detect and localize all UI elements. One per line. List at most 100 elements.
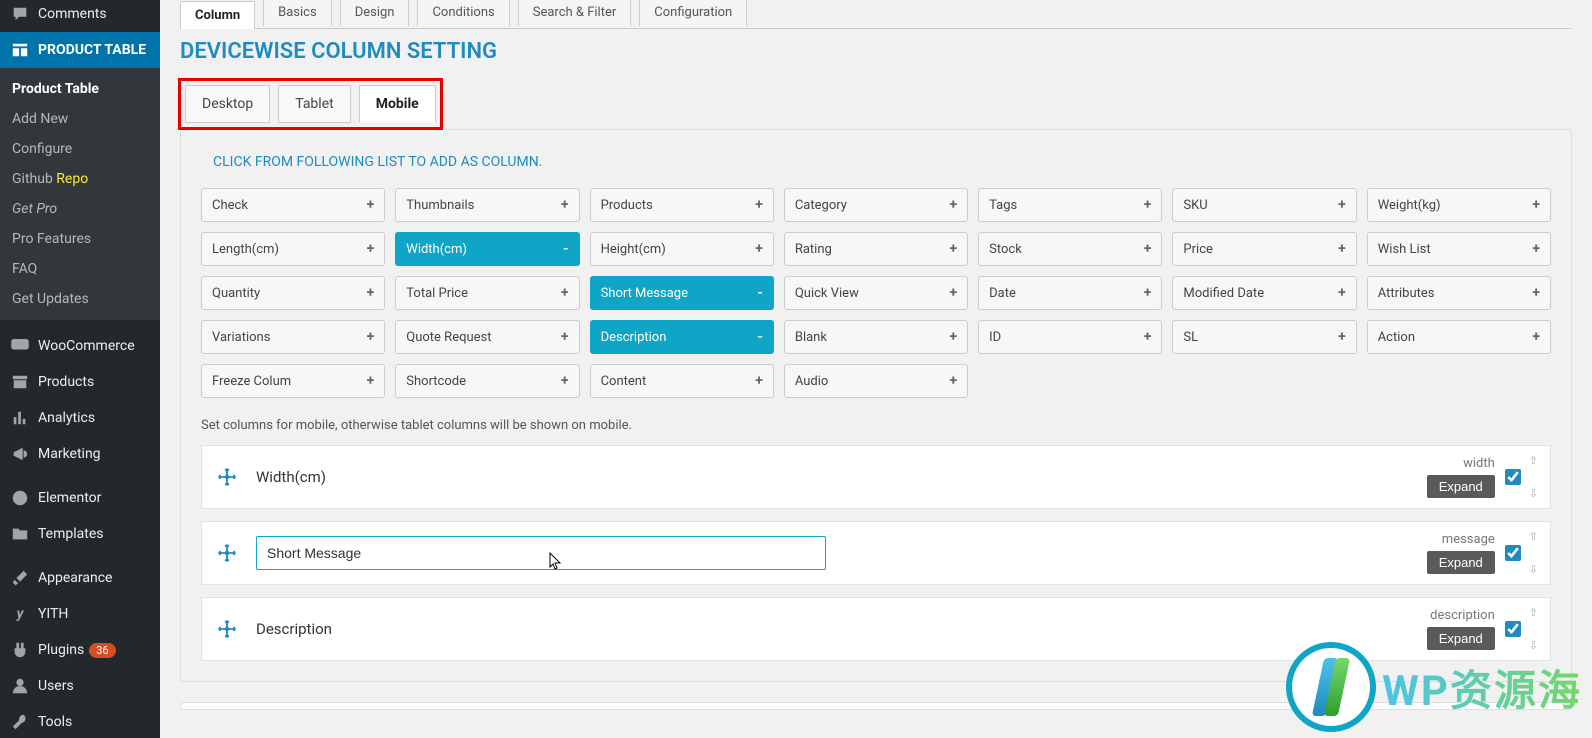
column-chip[interactable]: Tags+	[978, 188, 1162, 222]
column-chip[interactable]: Stock+	[978, 232, 1162, 266]
tab-column[interactable]: Column	[180, 1, 255, 29]
device-panel: CLICK FROM FOLLOWING LIST TO ADD AS COLU…	[180, 129, 1572, 682]
column-chip[interactable]: Wish List+	[1367, 232, 1551, 266]
column-chip[interactable]: Thumbnails+	[395, 188, 579, 222]
selected-column-row: DescriptiondescriptionExpand⇧⇩	[201, 597, 1551, 661]
column-chip[interactable]: Weight(kg)+	[1367, 188, 1551, 222]
yith-icon: y	[10, 604, 30, 624]
column-chip[interactable]: SL+	[1172, 320, 1356, 354]
column-chip[interactable]: Short Message-	[590, 276, 774, 310]
drag-handle-icon[interactable]	[214, 464, 240, 490]
tab-basics[interactable]: Basics	[263, 0, 332, 26]
column-chip[interactable]: Blank+	[784, 320, 968, 354]
plugin-icon	[10, 640, 30, 660]
column-label[interactable]: Width(cm)	[256, 468, 1375, 486]
tab-search-filter[interactable]: Search & Filter	[518, 0, 632, 26]
tab-configuration[interactable]: Configuration	[639, 0, 747, 26]
sidebar-item-appearance[interactable]: Appearance	[0, 560, 160, 596]
sidebar-label: Users	[38, 678, 74, 694]
column-chip[interactable]: Shortcode+	[395, 364, 579, 398]
submenu-product-table[interactable]: Product Table	[0, 74, 160, 104]
column-chip[interactable]: Quantity+	[201, 276, 385, 310]
move-down-icon[interactable]: ⇩	[1529, 487, 1538, 500]
column-chip[interactable]: Rating+	[784, 232, 968, 266]
column-chip[interactable]: SKU+	[1172, 188, 1356, 222]
device-tab-mobile[interactable]: Mobile	[359, 85, 436, 123]
sidebar-item-plugins[interactable]: Plugins 36	[0, 632, 160, 668]
column-enabled-checkbox[interactable]	[1505, 469, 1521, 485]
column-chip[interactable]: Price+	[1172, 232, 1356, 266]
column-chip[interactable]: Products+	[590, 188, 774, 222]
submenu-pro-features[interactable]: Pro Features	[0, 224, 160, 254]
move-up-icon[interactable]: ⇧	[1529, 454, 1538, 467]
move-down-icon[interactable]: ⇩	[1529, 639, 1538, 652]
column-chip[interactable]: Freeze Colum+	[201, 364, 385, 398]
column-chip[interactable]: ID+	[978, 320, 1162, 354]
expand-button[interactable]: Expand	[1427, 551, 1495, 574]
submenu-get-updates[interactable]: Get Updates	[0, 284, 160, 314]
column-enabled-checkbox[interactable]	[1505, 621, 1521, 637]
column-chip[interactable]: Audio+	[784, 364, 968, 398]
submenu-configure[interactable]: Configure	[0, 134, 160, 164]
tab-design[interactable]: Design	[340, 0, 410, 26]
drag-handle-icon[interactable]	[214, 616, 240, 642]
sidebar-label: Appearance	[38, 570, 112, 586]
column-label[interactable]: Description	[256, 620, 1375, 638]
submenu-add-new[interactable]: Add New	[0, 104, 160, 134]
column-chip[interactable]: Length(cm)+	[201, 232, 385, 266]
chip-label: Weight(kg)	[1378, 198, 1441, 213]
column-chip[interactable]: Attributes+	[1367, 276, 1551, 310]
sidebar-item-marketing[interactable]: Marketing	[0, 436, 160, 472]
chip-label: Content	[601, 374, 647, 389]
sidebar-item-tools[interactable]: Tools	[0, 704, 160, 738]
device-tabs-highlight: Desktop Tablet Mobile	[178, 78, 443, 130]
mobile-fallback-note: Set columns for mobile, otherwise tablet…	[201, 418, 1551, 433]
column-chip[interactable]: Content+	[590, 364, 774, 398]
column-chip[interactable]: Total Price+	[395, 276, 579, 310]
sidebar-item-users[interactable]: Users	[0, 668, 160, 704]
move-down-icon[interactable]: ⇩	[1529, 563, 1538, 576]
chip-label: Variations	[212, 330, 270, 345]
move-up-icon[interactable]: ⇧	[1529, 606, 1538, 619]
tab-conditions[interactable]: Conditions	[417, 0, 509, 26]
column-enabled-checkbox[interactable]	[1505, 545, 1521, 561]
sidebar-item-elementor[interactable]: Elementor	[0, 480, 160, 516]
plus-icon: +	[1338, 285, 1346, 301]
column-chip[interactable]: Date+	[978, 276, 1162, 310]
sidebar-item-templates[interactable]: Templates	[0, 516, 160, 552]
column-label-input[interactable]	[256, 536, 826, 570]
sidebar-label: Analytics	[38, 410, 95, 426]
column-chip[interactable]: Quick View+	[784, 276, 968, 310]
column-chip[interactable]: Variations+	[201, 320, 385, 354]
plus-icon: +	[561, 197, 569, 213]
drag-handle-icon[interactable]	[214, 540, 240, 566]
device-tab-tablet[interactable]: Tablet	[278, 85, 350, 123]
chip-label: ID	[989, 330, 1001, 345]
move-up-icon[interactable]: ⇧	[1529, 530, 1538, 543]
sidebar-item-yith[interactable]: y YITH	[0, 596, 160, 632]
chip-label: Quick View	[795, 286, 859, 301]
expand-button[interactable]: Expand	[1427, 475, 1495, 498]
submenu-get-pro[interactable]: Get Pro	[0, 194, 160, 224]
column-chip[interactable]: Width(cm)-	[395, 232, 579, 266]
column-chip[interactable]: Action+	[1367, 320, 1551, 354]
sidebar-label: PRODUCT TABLE	[38, 42, 146, 58]
sidebar-item-analytics[interactable]: Analytics	[0, 400, 160, 436]
column-chip[interactable]: Modified Date+	[1172, 276, 1356, 310]
submenu-github-repo[interactable]: Github Repo	[0, 164, 160, 194]
submenu-faq[interactable]: FAQ	[0, 254, 160, 284]
reorder-arrows: ⇧⇩	[1529, 454, 1538, 500]
sidebar-item-comments[interactable]: Comments	[0, 0, 160, 32]
chip-label: Stock	[989, 242, 1022, 257]
sidebar-item-product-table[interactable]: PRODUCT TABLE	[0, 32, 160, 68]
device-tab-desktop[interactable]: Desktop	[185, 85, 270, 123]
plus-icon: +	[1532, 241, 1540, 257]
sidebar-item-products[interactable]: Products	[0, 364, 160, 400]
column-chip[interactable]: Quote Request+	[395, 320, 579, 354]
column-chip[interactable]: Check+	[201, 188, 385, 222]
column-chip[interactable]: Category+	[784, 188, 968, 222]
column-chip[interactable]: Height(cm)+	[590, 232, 774, 266]
expand-button[interactable]: Expand	[1427, 627, 1495, 650]
column-chip[interactable]: Description-	[590, 320, 774, 354]
sidebar-item-woocommerce[interactable]: WooCommerce	[0, 328, 160, 364]
